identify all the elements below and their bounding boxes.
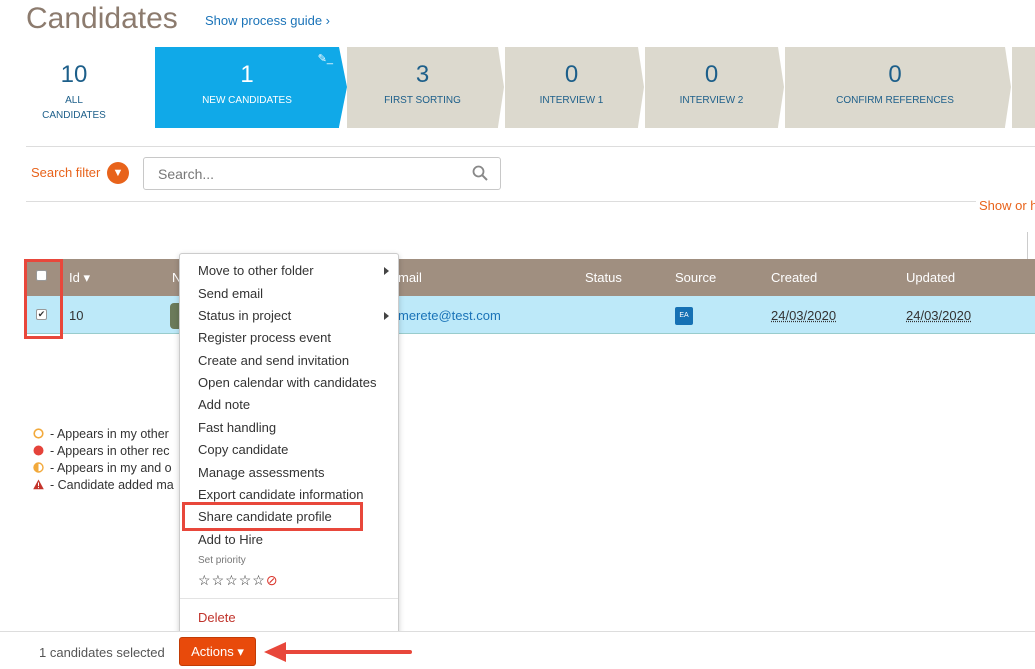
star-icon[interactable]: ☆ [212,572,226,588]
star-icon[interactable]: ☆ [225,572,239,588]
star-icon[interactable]: ☆ [198,572,212,588]
share-profile-highlight [182,502,363,531]
pointer-arrow-icon [262,640,414,664]
legend-item: - Appears in my and o [33,460,174,477]
menu-divider [180,598,398,599]
search-filter-label[interactable]: Search filter [31,165,100,180]
stage-confirm-references[interactable]: 0 CONFIRM REFERENCES [785,47,1005,128]
column-status[interactable]: Status [585,270,622,285]
stage-first-sorting[interactable]: 3 FIRST SORTING [347,47,498,128]
legend-text: - Appears in my and o [50,461,172,475]
column-created[interactable]: Created [771,270,817,285]
star-icon[interactable]: ☆ [239,572,253,588]
half-circle-icon [33,462,44,473]
no-priority-icon[interactable]: ⊘ [266,572,279,588]
star-icon[interactable]: ☆ [252,572,266,588]
stage-arrow [1005,47,1011,127]
set-priority-label: Set priority [198,555,246,566]
row-id: 10 [69,308,83,323]
column-updated[interactable]: Updated [906,270,955,285]
stage-arrow [638,47,644,127]
row-updated: 24/03/2020 [906,308,971,323]
menu-item-status-project[interactable]: Status in project [198,308,291,323]
stage-interview-2[interactable]: 0 INTERVIEW 2 [645,47,778,128]
legend-item: - Appears in my other [33,426,174,443]
show-process-guide-link[interactable]: Show process guide › [205,13,330,28]
stage-label: NEW CANDIDATES [155,93,339,108]
stage-arrow [339,47,347,127]
menu-item-delete[interactable]: Delete [198,610,236,625]
pipeline-stages: 10 ALL CANDIDATES ✎_ 1 NEW CANDIDATES 3 … [0,47,1035,128]
menu-item-fast-handling[interactable]: Fast handling [198,420,276,435]
edit-pencil-icon[interactable]: ✎_ [318,52,333,65]
menu-item-move-folder[interactable]: Move to other folder [198,263,314,278]
menu-item-send-invitation[interactable]: Create and send invitation [198,353,349,368]
submenu-arrow-icon [384,267,389,275]
priority-stars: ☆☆☆☆☆⊘ [198,572,279,589]
divider [26,146,1035,147]
table-header: Id ▾ N mail Status Source Created Update… [26,259,1035,296]
submenu-arrow-icon [384,312,389,320]
legend-item: - Candidate added ma [33,477,174,494]
stage-arrow [778,47,784,127]
legend-text: - Appears in other rec [50,444,170,458]
red-circle-icon [33,445,44,456]
stage-all-candidates[interactable]: 10 ALL CANDIDATES [0,47,148,128]
hollow-circle-icon [33,428,44,439]
stage-label: ALL CANDIDATES [0,93,148,123]
legend-item: - Appears in other rec [33,443,174,460]
row-email[interactable]: merete@test.com [398,308,501,323]
search-box[interactable] [143,157,501,190]
stage-next[interactable] [1012,47,1035,128]
menu-item-open-calendar[interactable]: Open calendar with candidates [198,375,377,390]
search-icon[interactable] [472,165,488,181]
menu-item-copy-candidate[interactable]: Copy candidate [198,442,288,457]
stage-interview-1[interactable]: 0 INTERVIEW 1 [505,47,638,128]
stage-new-candidates[interactable]: ✎_ 1 NEW CANDIDATES [155,47,339,128]
show-hide-columns-link[interactable]: Show or h [979,198,1035,213]
stage-count: 0 [505,61,638,89]
stage-count: 0 [645,61,778,89]
legend: - Appears in my other - Appears in other… [33,426,174,494]
footer-bar: 1 candidates selected Actions ▾ [0,631,1035,669]
actions-button[interactable]: Actions ▾ [179,637,256,666]
menu-item-send-email[interactable]: Send email [198,286,263,301]
divider [1027,232,1028,260]
stage-count: 1 [155,61,339,89]
legend-text: - Candidate added ma [50,478,174,492]
stage-count: 10 [0,61,148,89]
stage-label: FIRST SORTING [347,93,498,108]
menu-item-add-note[interactable]: Add note [198,397,250,412]
actions-menu: Move to other folder Send email Status i… [179,253,399,634]
menu-item-manage-assessments[interactable]: Manage assessments [198,465,324,480]
stage-label: CONFIRM REFERENCES [785,93,1005,108]
column-source[interactable]: Source [675,270,716,285]
column-email[interactable]: mail [398,270,422,285]
stage-count: 3 [347,61,498,89]
filter-icon[interactable]: ▼ [107,162,129,184]
row-created: 24/03/2020 [771,308,836,323]
stage-label: INTERVIEW 2 [645,93,778,108]
divider [26,201,976,202]
stage-label: INTERVIEW 1 [505,93,638,108]
selected-count: 1 candidates selected [39,645,165,660]
checkbox-highlight [24,259,63,339]
legend-text: - Appears in my other [50,427,169,441]
stage-count: 0 [785,61,1005,89]
page-title: Candidates [26,2,178,36]
stage-arrow [498,47,504,127]
menu-item-add-to-hire[interactable]: Add to Hire [198,532,263,547]
search-input[interactable] [144,158,444,189]
column-id[interactable]: Id ▾ [69,270,90,286]
warning-icon [33,479,44,490]
menu-item-register-event[interactable]: Register process event [198,330,331,345]
source-badge: EA [675,307,693,325]
menu-item-export-info[interactable]: Export candidate information [198,487,363,502]
